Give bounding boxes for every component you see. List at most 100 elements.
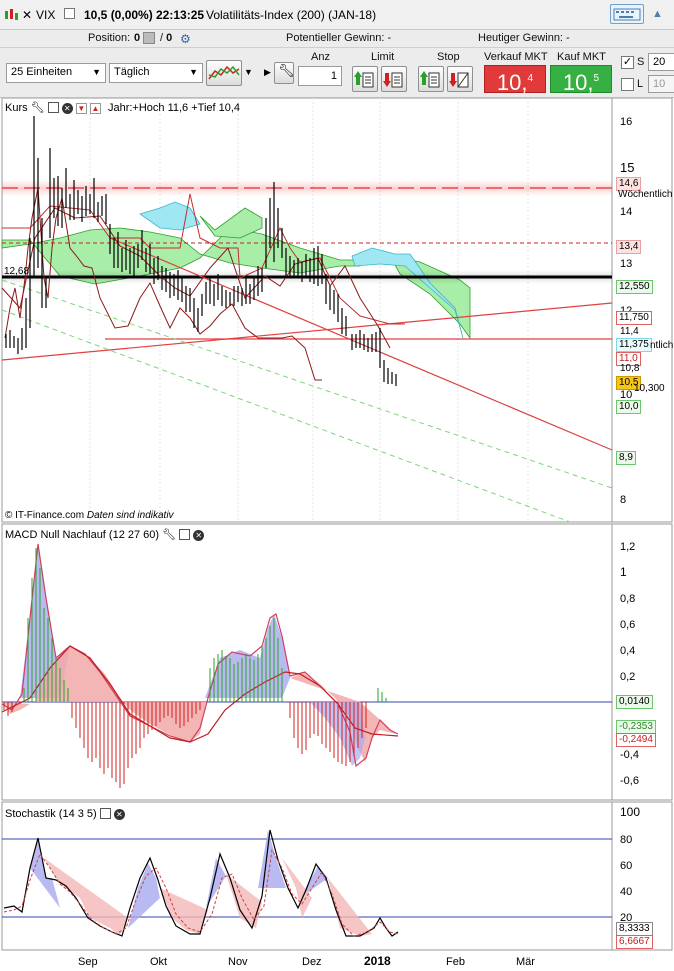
candles-icon xyxy=(4,8,18,22)
l-checkbox[interactable] xyxy=(621,78,634,91)
units-select[interactable]: 25 Einheiten ▼ xyxy=(6,63,106,83)
time-tick: Dez xyxy=(302,956,322,968)
level-13-4-label: 13,4 xyxy=(616,240,642,254)
macd-tick: 0,2 xyxy=(620,671,635,683)
limit-sell-button[interactable] xyxy=(381,66,407,92)
macd-value-label: 0,0140 xyxy=(616,695,653,709)
time-tick: 2018 xyxy=(364,954,391,968)
stoch-tick: 80 xyxy=(620,834,632,846)
time-tick: Feb xyxy=(446,956,465,968)
position-value-2: / 0 xyxy=(160,32,173,44)
maximize-icon[interactable] xyxy=(47,102,59,113)
maximize-icon[interactable] xyxy=(99,808,111,819)
wrench-button[interactable]: 🔧︎ xyxy=(274,62,295,84)
close-position-icon[interactable] xyxy=(143,32,155,44)
price-tick: 13 xyxy=(620,258,632,270)
wrench-icon[interactable]: 🔧︎ xyxy=(162,529,176,541)
stop-label: Stop xyxy=(437,51,460,63)
macd-tick: 0,6 xyxy=(620,619,635,631)
period-select[interactable]: Täglich ▼ xyxy=(109,63,203,83)
stop-sell-button[interactable] xyxy=(447,66,473,92)
chart-type-button[interactable] xyxy=(206,60,242,86)
price-tick: 15 xyxy=(620,160,634,175)
wrench-icon[interactable]: 🔧︎ xyxy=(31,102,45,114)
instrument-name: Volatilitäts-Index (200) (JAN-18) xyxy=(206,8,377,22)
time-display: 22:13:25 xyxy=(156,8,205,22)
stop-sell-icon xyxy=(449,72,469,88)
level-10-300-label: 10,300 xyxy=(634,383,665,394)
level-tlich-label: ntlich xyxy=(650,340,674,351)
level-11-375-label: 11,375 xyxy=(616,338,652,352)
data-note: Daten sind indikativ xyxy=(86,510,174,521)
time-tick: Okt xyxy=(150,956,167,968)
price-panel xyxy=(1,98,673,523)
collapse-icon[interactable]: ▲ xyxy=(652,8,663,20)
stoch-panel-title: Stochastik (14 3 5) xyxy=(5,808,97,820)
sell-label: Verkauf MKT xyxy=(484,51,548,63)
stoch-panel-header: Stochastik (14 3 5) ✕ xyxy=(5,808,125,820)
limit-buy-icon xyxy=(354,71,374,88)
s-label: S xyxy=(637,56,645,68)
anz-label: Anz xyxy=(311,51,330,63)
today-gain: Heutiger Gewinn: - xyxy=(478,32,570,44)
chevron-down-icon: ▼ xyxy=(92,67,101,77)
macd-tick: 0,4 xyxy=(620,645,635,657)
buy-market-button[interactable]: 10,5 xyxy=(550,65,612,95)
maximize-icon[interactable] xyxy=(179,529,191,540)
s-input[interactable]: 20 xyxy=(648,53,674,71)
macd-tick: 1 xyxy=(620,565,627,579)
potential-gain: Potentieller Gewinn: - xyxy=(286,32,392,44)
position-label: Position: xyxy=(88,32,131,44)
position-bar: Position: 0 / 0 ⚙ Potentieller Gewinn: -… xyxy=(0,30,674,48)
level-12-550-label: 12,550 xyxy=(616,280,653,294)
left-level-label: 12,68 xyxy=(4,266,30,277)
keyboard-icon[interactable] xyxy=(610,4,644,24)
options-icon[interactable] xyxy=(64,8,75,19)
time-tick: Sep xyxy=(78,956,98,968)
macd-panel xyxy=(1,523,673,801)
buy-label: Kauf MKT xyxy=(557,51,606,63)
macd-panel-title: MACD Null Nachlauf (12 27 60) xyxy=(5,529,160,541)
close-panel-icon[interactable]: ✕ xyxy=(113,809,125,820)
chart-type-dropdown-icon[interactable]: ▼ xyxy=(244,67,253,77)
time-tick: Mär xyxy=(516,956,535,968)
limit-buy-button[interactable] xyxy=(352,66,378,92)
sell-market-button[interactable]: 10,4 xyxy=(484,65,546,95)
price-tick: 14 xyxy=(620,206,632,218)
price-panel-title: Kurs xyxy=(5,102,28,114)
price-tick: 16 xyxy=(620,116,632,128)
chart-type-icon xyxy=(208,65,240,80)
level-8-9-label: 8,9 xyxy=(616,451,636,465)
close-panel-icon[interactable]: ✕ xyxy=(193,530,205,541)
limit-sell-icon xyxy=(383,72,403,88)
close-panel-icon[interactable]: ✕ xyxy=(61,103,73,114)
position-value: 0 xyxy=(134,32,141,44)
stoch-tick: 100 xyxy=(620,805,640,819)
macd-tick: 1,2 xyxy=(620,541,635,553)
settings-gear-icon[interactable]: ⚙ xyxy=(180,32,191,46)
chevron-down-icon: ▼ xyxy=(189,67,198,77)
macd-hist-label: -0,2494 xyxy=(616,733,656,747)
s-checkbox[interactable]: ✓ xyxy=(621,56,634,69)
l-input[interactable]: 10 xyxy=(648,75,674,93)
macd-signal-label: -0,2353 xyxy=(616,720,656,734)
stoch-tick: 60 xyxy=(620,860,632,872)
macd-panel-header: MACD Null Nachlauf (12 27 60) 🔧︎ ✕ xyxy=(5,528,205,541)
close-icon[interactable]: ✕ xyxy=(22,8,32,22)
title-bar: ✕ VIX 10,5 (0,00%) 22:13:25 Volatilitäts… xyxy=(0,0,674,30)
move-up-icon[interactable]: ▲ xyxy=(89,103,101,114)
time-tick: Nov xyxy=(228,956,248,968)
time-axis: Sep Okt Nov Dez 2018 Feb Mär xyxy=(2,949,612,968)
stoch-k-label: 8,3333 xyxy=(616,922,653,936)
stop-buy-button[interactable] xyxy=(418,66,444,92)
range-info: Jahr:+Hoch 11,6 +Tief 10,4 xyxy=(107,102,241,114)
move-down-icon[interactable]: ▼ xyxy=(75,103,87,114)
price-tick: 8 xyxy=(620,494,626,506)
anz-input[interactable]: 1 xyxy=(298,66,342,86)
stochastic-panel xyxy=(1,801,673,951)
level-10-0-label: 10,0 xyxy=(616,400,642,414)
level-11-4-label: 11,4 xyxy=(620,326,639,337)
symbol-name: VIX xyxy=(36,8,56,22)
price-panel-footer: © IT-Finance.com Daten sind indikativ xyxy=(5,510,174,521)
expand-arrow-icon[interactable]: ▶ xyxy=(264,67,271,78)
